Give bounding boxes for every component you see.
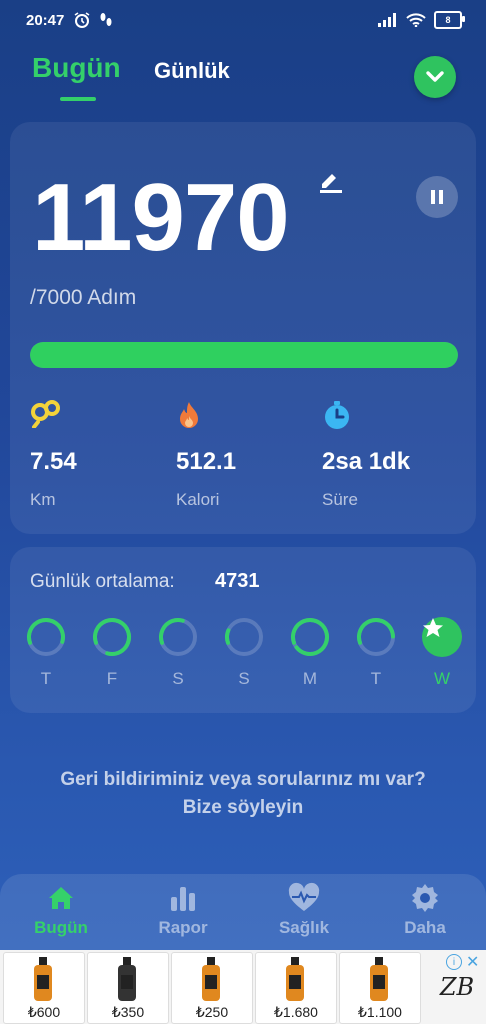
day-ring: [225, 618, 263, 656]
home-icon: [49, 887, 73, 909]
ad-price: ₺350: [111, 1004, 145, 1020]
ad-product-card[interactable]: ₺1.680: [255, 952, 337, 1024]
product-bottle-icon: [370, 957, 388, 1001]
stopwatch-icon: [325, 401, 349, 429]
status-time: 20:47: [26, 12, 65, 29]
day-letter: T: [40, 669, 52, 688]
ad-price: ₺1.680: [274, 1004, 318, 1020]
day-letter: T: [370, 669, 382, 688]
stat-calories-value: 512.1: [176, 448, 237, 475]
daily-average-label: Günlük ortalama:: [30, 571, 175, 592]
day-ring: [159, 618, 197, 656]
day-ring: [27, 618, 65, 656]
bottom-nav: Bugün Rapor Sağlık Daha: [0, 874, 486, 950]
tab-daily[interactable]: Günlük: [154, 58, 230, 84]
stat-calories-label: Kalori: [176, 490, 220, 509]
weekly-card[interactable]: Günlük ortalama: 4731 T F S S M T W: [10, 547, 476, 713]
product-bottle-icon: [202, 957, 220, 1001]
step-goal: /7000 Adım: [30, 286, 137, 309]
day-ring: [93, 618, 131, 656]
steps-progress-fill: [30, 342, 458, 368]
day-letter: S: [238, 669, 250, 688]
ad-product-card[interactable]: ₺600: [3, 952, 85, 1024]
steps-count: 11970: [32, 164, 290, 271]
ad-close-icon[interactable]: ✕: [466, 952, 479, 972]
ad-product-card[interactable]: ₺350: [87, 952, 169, 1024]
chevron-down-button[interactable]: [414, 56, 456, 98]
nav-more-label: Daha: [404, 918, 446, 937]
battery-level: 8: [445, 15, 451, 25]
steps-card: 11970 /7000 Adım 7.54 Km 512.1 Kalori 2s…: [10, 122, 476, 534]
nav-today[interactable]: Bugün: [11, 882, 111, 938]
ad-price: ₺250: [195, 1004, 229, 1020]
nav-health[interactable]: Sağlık: [254, 882, 354, 938]
stat-distance-value: 7.54: [30, 448, 77, 475]
status-bar: 20:47 8: [0, 0, 486, 44]
day-letter: W: [433, 669, 451, 688]
ad-banner[interactable]: ₺600 ₺350 ₺250 ₺1.680 ₺1.100 ZB i ✕: [0, 950, 486, 1024]
nav-report[interactable]: Rapor: [133, 882, 233, 938]
day-letter: M: [302, 669, 318, 688]
pause-button[interactable]: [416, 176, 458, 218]
nav-health-label: Sağlık: [278, 918, 330, 937]
chevron-down-icon: [426, 71, 444, 82]
stat-duration-label: Süre: [322, 490, 358, 509]
day-progress-5[interactable]: T: [356, 617, 396, 717]
stat-distance-label: Km: [30, 490, 56, 509]
day-progress-4[interactable]: M: [290, 617, 330, 717]
nav-today-label: Bugün: [34, 918, 88, 937]
feedback-link[interactable]: Geri bildiriminiz veya sorularınız mı va…: [0, 766, 486, 822]
product-bottle-icon: [34, 957, 52, 1001]
ad-price: ₺600: [27, 1004, 61, 1020]
signal-icon: [378, 13, 396, 27]
ad-product-card[interactable]: ₺1.100: [339, 952, 421, 1024]
map-pin-icon: [31, 400, 60, 428]
battery-icon: 8: [434, 11, 465, 29]
edit-icon[interactable]: [316, 168, 344, 194]
product-bottle-icon: [118, 957, 136, 1001]
ad-price: ₺1.100: [358, 1004, 402, 1020]
day-progress-3[interactable]: S: [224, 617, 264, 717]
wifi-icon: [406, 13, 426, 27]
gear-icon: [412, 884, 438, 912]
stat-duration-value: 2sa 1dk: [322, 448, 411, 475]
alarm-icon: [74, 12, 90, 28]
daily-average-value: 4731: [215, 570, 260, 592]
day-progress-0[interactable]: T: [26, 617, 66, 717]
nav-report-label: Rapor: [158, 918, 208, 937]
day-ring: [291, 618, 329, 656]
pause-icon: [431, 190, 443, 204]
ad-product-card[interactable]: ₺250: [171, 952, 253, 1024]
feedback-line-1: Geri bildiriminiz veya sorularınız mı va…: [60, 769, 426, 790]
day-progress-2[interactable]: S: [158, 617, 198, 717]
day-progress-1[interactable]: F: [92, 617, 132, 717]
bar-chart-icon: [171, 887, 195, 911]
tab-today-indicator: [60, 97, 96, 101]
feedback-line-2: Bize söyleyin: [182, 797, 304, 818]
product-bottle-icon: [286, 957, 304, 1001]
footsteps-icon: [100, 13, 112, 26]
day-progress-6[interactable]: W: [422, 617, 462, 717]
star-icon: [422, 617, 462, 657]
ad-info-icon[interactable]: i: [446, 954, 462, 970]
tab-today[interactable]: Bugün: [32, 52, 121, 84]
day-letter: S: [172, 669, 184, 688]
nav-more[interactable]: Daha: [375, 882, 475, 938]
day-ring: [357, 618, 395, 656]
heart-pulse-icon: [288, 882, 320, 911]
flame-icon: [180, 402, 198, 428]
day-letter: F: [106, 669, 118, 688]
steps-progress-bar: [30, 342, 458, 368]
